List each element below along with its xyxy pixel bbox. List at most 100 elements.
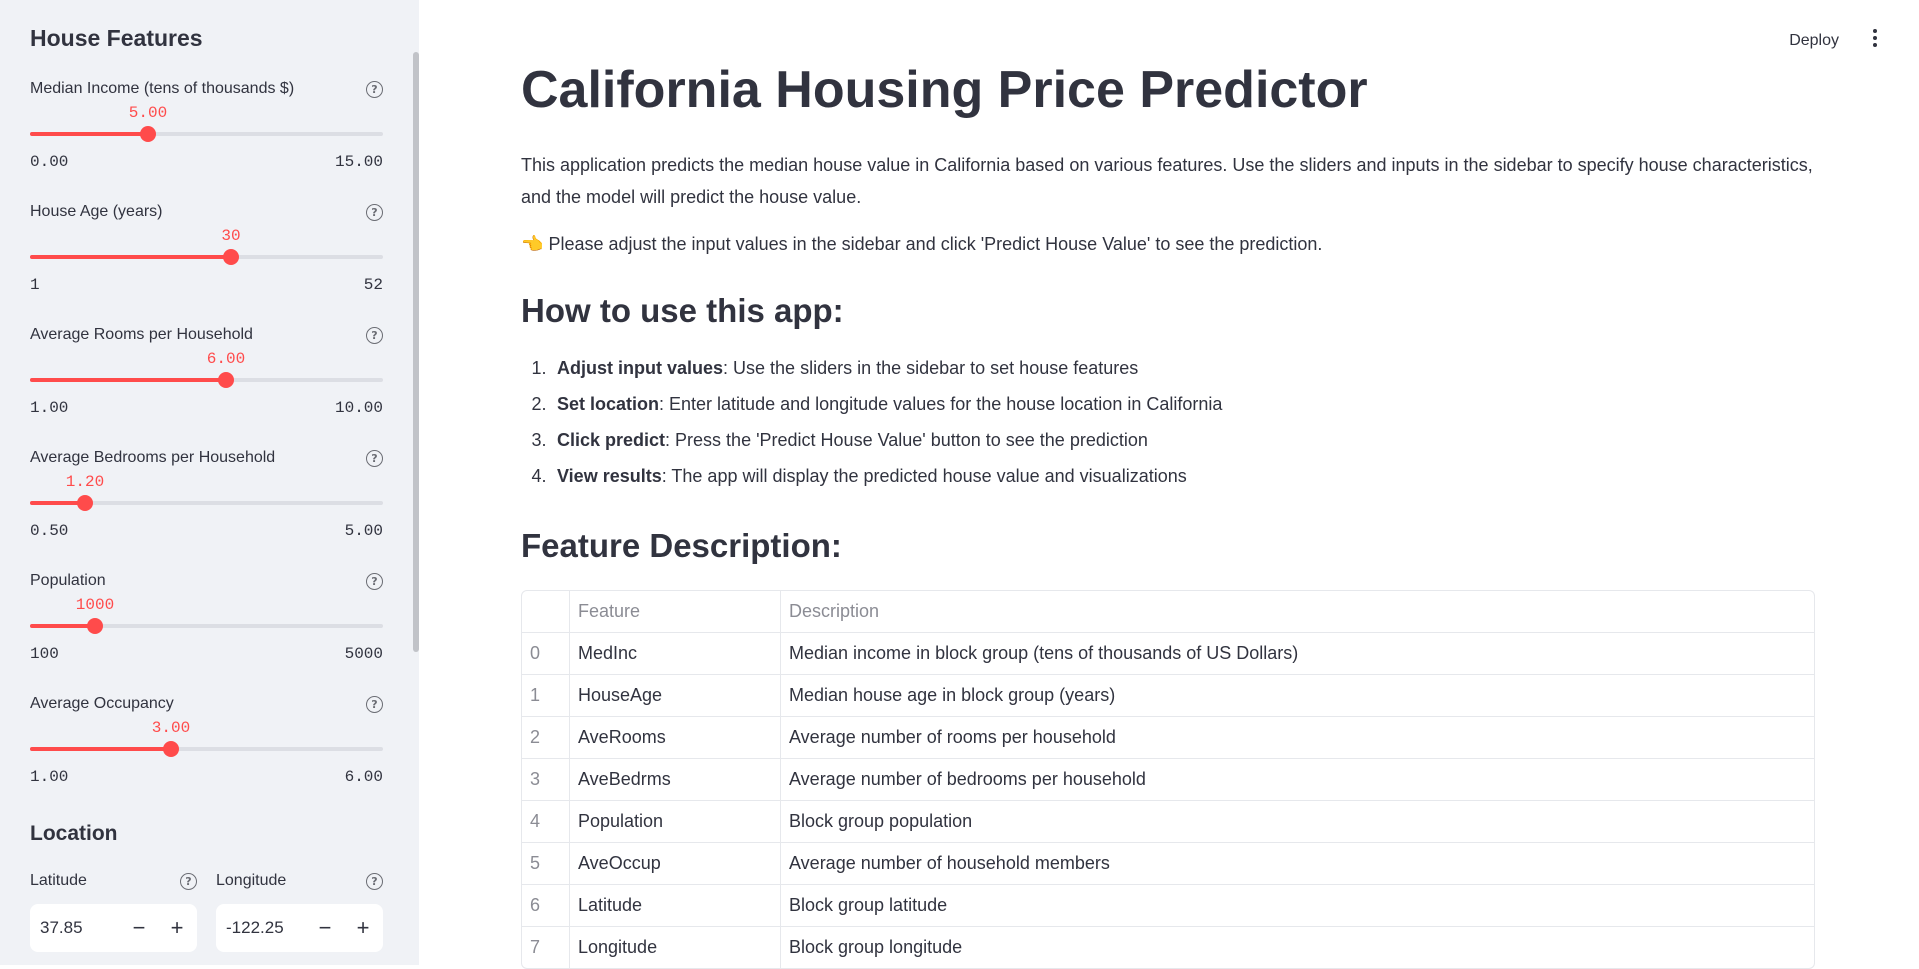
slider-min: 1.00 xyxy=(30,399,69,417)
cell-feature[interactable]: MedInc xyxy=(570,633,781,674)
help-icon[interactable]: ? xyxy=(366,573,383,590)
table-row: 5 AveOccup Average number of household mem… xyxy=(522,843,1814,885)
slider-track[interactable] xyxy=(30,495,383,511)
list-item: 4. View results: The app will display the… xyxy=(521,466,1222,502)
sidebar: House Features Median Income (tens of th… xyxy=(0,0,419,965)
latitude-input[interactable]: 37.85 − + xyxy=(30,904,197,952)
deploy-button[interactable]: Deploy xyxy=(1789,32,1839,50)
cell-description[interactable]: Block group latitude xyxy=(781,885,1814,926)
slider-min: 1 xyxy=(30,276,40,294)
cell-description[interactable]: Block group longitude xyxy=(781,927,1814,968)
slider-min: 0.00 xyxy=(30,153,69,171)
help-icon[interactable]: ? xyxy=(180,873,197,890)
cell-feature[interactable]: HouseAge xyxy=(570,675,781,716)
cell-feature[interactable]: AveOccup xyxy=(570,843,781,884)
slider-median-income[interactable]: Median Income (tens of thousands $) ? 5.… xyxy=(30,80,383,180)
slider-average-occupancy[interactable]: Average Occupancy ? 3.00 1.00 6.00 xyxy=(30,695,383,795)
header-cell-feature[interactable]: Feature xyxy=(570,591,781,632)
slider-thumb[interactable] xyxy=(87,618,103,634)
page-title: California Housing Price Predictor xyxy=(521,61,1368,119)
cell-feature[interactable]: Longitude xyxy=(570,927,781,968)
slider-min: 100 xyxy=(30,645,59,663)
table-row: 3 AveBedrms Average number of bedrooms per… xyxy=(522,759,1814,801)
step-text: : Use the sliders in the sidebar to set … xyxy=(723,358,1139,378)
cell-feature[interactable]: Population xyxy=(570,801,781,842)
latitude-increment-button[interactable]: + xyxy=(161,912,193,944)
slider-average-rooms[interactable]: Average Rooms per Household ? 6.00 1.00 … xyxy=(30,326,383,426)
longitude-input[interactable]: -122.25 − + xyxy=(216,904,383,952)
step-bold: Set location xyxy=(557,394,660,414)
slider-average-bedrooms[interactable]: Average Bedrooms per Household ? 1.20 0.… xyxy=(30,449,383,549)
slider-track[interactable] xyxy=(30,249,383,265)
cell-description[interactable]: Average number of bedrooms per household xyxy=(781,759,1814,800)
slider-track[interactable] xyxy=(30,372,383,388)
cell-feature[interactable]: Latitude xyxy=(570,885,781,926)
header-cell-description[interactable]: Description xyxy=(781,591,1814,632)
help-icon[interactable]: ? xyxy=(366,327,383,344)
slider-label: Average Occupancy xyxy=(30,695,174,712)
slider-track[interactable] xyxy=(30,618,383,634)
row-index: 4 xyxy=(522,801,570,842)
help-icon[interactable]: ? xyxy=(366,450,383,467)
step-bold: Adjust input values xyxy=(557,358,724,378)
header-cell-index[interactable] xyxy=(522,591,570,632)
help-icon[interactable]: ? xyxy=(366,696,383,713)
slider-max: 5000 xyxy=(344,645,383,663)
latitude-label: Latitude xyxy=(30,872,87,889)
hint-text: 👈 Please adjust the input values in the … xyxy=(521,234,1322,255)
slider-fill xyxy=(30,624,95,628)
slider-max: 6.00 xyxy=(344,768,383,786)
steps-list: 1. Adjust input values: Use the sliders i… xyxy=(521,358,1222,502)
slider-thumb[interactable] xyxy=(140,126,156,142)
step-number: 3. xyxy=(531,430,547,450)
feature-description-title: Feature Description: xyxy=(521,527,842,564)
cell-description[interactable]: Median house age in block group (years) xyxy=(781,675,1814,716)
slider-label: Median Income (tens of thousands $) xyxy=(30,80,295,97)
list-item: 1. Adjust input values: Use the sliders i… xyxy=(521,358,1222,394)
slider-max: 52 xyxy=(363,276,383,294)
kebab-menu-icon[interactable] xyxy=(1871,29,1879,50)
slider-thumb[interactable] xyxy=(223,249,239,265)
list-item: 3. Click predict: Press the 'Predict Hous… xyxy=(521,430,1222,466)
slider-value: 1000 xyxy=(75,596,115,614)
row-index: 0 xyxy=(522,633,570,674)
longitude-increment-button[interactable]: + xyxy=(347,912,379,944)
cell-description[interactable]: Block group population xyxy=(781,801,1814,842)
cell-description[interactable]: Average number of household members xyxy=(781,843,1814,884)
latitude-decrement-button[interactable]: − xyxy=(123,912,155,944)
slider-label: Population xyxy=(30,572,106,589)
cell-description[interactable]: Average number of rooms per household xyxy=(781,717,1814,758)
help-icon[interactable]: ? xyxy=(366,873,383,890)
slider-value: 30 xyxy=(221,227,241,245)
slider-population[interactable]: Population ? 1000 100 5000 xyxy=(30,572,383,672)
slider-label: House Age (years) xyxy=(30,203,163,220)
slider-value: 5.00 xyxy=(128,104,168,122)
step-number: 2. xyxy=(531,394,547,414)
cell-description[interactable]: Median income in block group (tens of th… xyxy=(781,633,1814,674)
row-index: 6 xyxy=(522,885,570,926)
main-content: Deploy California Housing Price Predicto… xyxy=(419,0,1919,969)
list-item: 2. Set location: Enter latitude and longi… xyxy=(521,394,1222,430)
help-icon[interactable]: ? xyxy=(366,204,383,221)
intro-text: This application predicts the median hou… xyxy=(521,155,1813,207)
cell-feature[interactable]: AveRooms xyxy=(570,717,781,758)
slider-max: 5.00 xyxy=(344,522,383,540)
slider-track[interactable] xyxy=(30,741,383,757)
feature-table[interactable]: Feature Description 0 MedInc Median income… xyxy=(521,590,1815,969)
step-number: 4. xyxy=(531,466,547,486)
longitude-decrement-button[interactable]: − xyxy=(309,912,341,944)
step-text: : The app will display the predicted hou… xyxy=(661,466,1187,486)
how-to-title: How to use this app: xyxy=(521,292,844,329)
slider-track[interactable] xyxy=(30,126,383,142)
step-text: : Enter latitude and longitude values fo… xyxy=(659,394,1223,414)
slider-thumb[interactable] xyxy=(163,741,179,757)
slider-fill xyxy=(30,255,231,259)
latitude-value[interactable]: 37.85 xyxy=(40,918,83,938)
help-icon[interactable]: ? xyxy=(366,81,383,98)
slider-house-age[interactable]: House Age (years) ? 30 1 52 xyxy=(30,203,383,303)
longitude-value[interactable]: -122.25 xyxy=(226,918,284,938)
cell-feature[interactable]: AveBedrms xyxy=(570,759,781,800)
slider-thumb[interactable] xyxy=(77,495,93,511)
slider-thumb[interactable] xyxy=(218,372,234,388)
sidebar-title: House Features xyxy=(30,25,203,51)
